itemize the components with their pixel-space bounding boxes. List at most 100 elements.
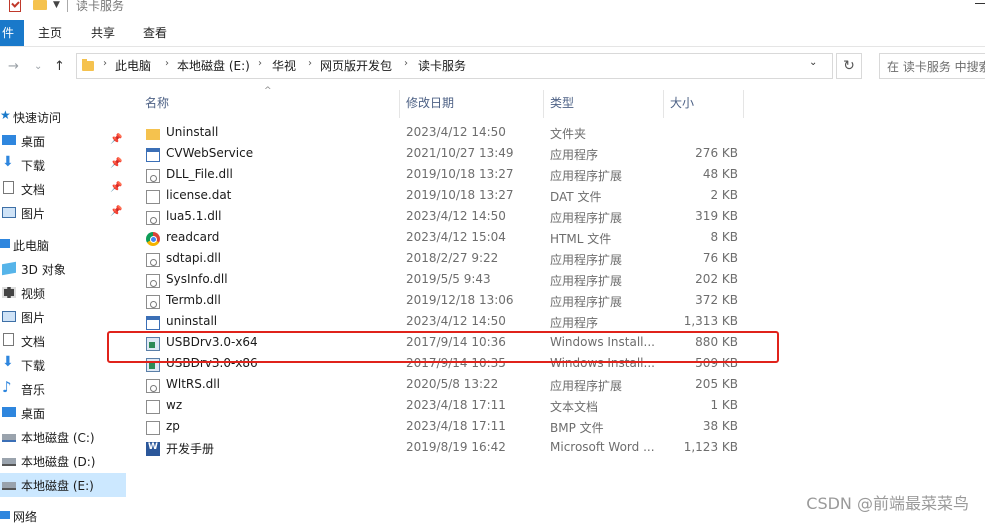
- file-row[interactable]: uninstall 2023/4/12 14:50 应用程序 1,313 KB: [138, 312, 750, 333]
- column-header-type[interactable]: 类型: [550, 94, 574, 111]
- nav-item-drive-d[interactable]: 本地磁盘 (D:): [0, 449, 126, 473]
- chevron-down-icon[interactable]: ⌄: [809, 57, 817, 68]
- search-input[interactable]: 在 读卡服务 中搜索: [879, 53, 985, 79]
- tab-share[interactable]: 共享: [91, 20, 115, 46]
- file-row[interactable]: DLL_File.dll 2019/10/18 13:27 应用程序扩展 48 …: [138, 165, 750, 186]
- sort-ascending-icon: ^: [264, 86, 272, 96]
- breadcrumb-drive-e[interactable]: 本地磁盘 (E:): [177, 57, 250, 74]
- nav-item-pictures-pc[interactable]: 图片: [0, 305, 126, 329]
- file-size: 2 KB: [710, 188, 738, 202]
- file-row[interactable]: wz 2023/4/18 17:11 文本文档 1 KB: [138, 396, 750, 417]
- nav-label: 文档: [21, 183, 46, 197]
- drive-icon: [2, 482, 16, 490]
- pin-icon[interactable]: 📌: [110, 158, 122, 169]
- file-row[interactable]: license.dat 2019/10/18 13:27 DAT 文件 2 KB: [138, 186, 750, 207]
- chevron-right-icon[interactable]: ›: [404, 58, 408, 69]
- nav-item-downloads[interactable]: ⬇ 下载 📌: [0, 153, 126, 177]
- file-icon: [146, 190, 160, 204]
- file-size: 38 KB: [702, 419, 738, 433]
- file-size: 76 KB: [702, 251, 738, 265]
- drive-icon: [2, 434, 16, 442]
- chevron-right-icon[interactable]: ›: [165, 58, 169, 69]
- pin-icon[interactable]: 📌: [110, 182, 122, 193]
- chrome-icon: [146, 232, 160, 246]
- column-header-date[interactable]: 修改日期: [406, 94, 454, 111]
- up-icon[interactable]: ↑: [54, 59, 65, 74]
- file-type: 文本文档: [550, 400, 599, 414]
- text-file-icon: [146, 400, 160, 414]
- column-header-size[interactable]: 大小: [670, 94, 694, 111]
- nav-item-documents[interactable]: 文档 📌: [0, 177, 126, 201]
- file-row[interactable]: Termb.dll 2019/12/18 13:06 应用程序扩展 372 KB: [138, 291, 750, 312]
- breadcrumb-card-service[interactable]: 读卡服务: [418, 57, 466, 74]
- nav-label: 下载: [21, 159, 46, 173]
- title-separator: [67, 0, 68, 12]
- chevron-right-icon[interactable]: ›: [308, 58, 312, 69]
- file-type: Microsoft Word ...: [550, 440, 655, 454]
- tab-view[interactable]: 查看: [143, 20, 167, 46]
- pin-icon[interactable]: 📌: [110, 134, 122, 145]
- file-type: HTML 文件: [550, 232, 612, 246]
- address-bar[interactable]: › 此电脑 › 本地磁盘 (E:) › 华视 › 网页版开发包 › 读卡服务 ⌄: [76, 53, 833, 79]
- minimize-icon[interactable]: [975, 3, 985, 4]
- refresh-button[interactable]: ↻: [836, 53, 862, 79]
- file-name: wz: [166, 398, 183, 412]
- breadcrumb-huashi[interactable]: 华视: [272, 57, 296, 74]
- nav-item-music[interactable]: ♪ 音乐: [0, 377, 126, 401]
- tab-file[interactable]: 件: [0, 20, 24, 46]
- nav-item-drive-c[interactable]: 本地磁盘 (C:): [0, 425, 126, 449]
- file-type: 应用程序: [550, 148, 599, 162]
- pin-icon[interactable]: 📌: [110, 206, 122, 217]
- picture-icon: [2, 311, 16, 322]
- tab-home[interactable]: 主页: [38, 20, 62, 46]
- nav-item-pictures[interactable]: 图片 📌: [0, 201, 126, 225]
- file-date: 2023/4/12 14:50: [406, 125, 506, 139]
- quick-access-dropdown-icon[interactable]: ▼: [53, 0, 60, 10]
- file-row[interactable]: 开发手册 2019/8/19 16:42 Microsoft Word ... …: [138, 438, 750, 459]
- file-row[interactable]: zp 2023/4/18 17:11 BMP 文件 38 KB: [138, 417, 750, 438]
- nav-item-desktop-pc[interactable]: 桌面: [0, 401, 126, 425]
- nav-item-quick-access[interactable]: ★ 快速访问: [0, 105, 126, 129]
- new-folder-icon[interactable]: [33, 0, 47, 10]
- column-header-name[interactable]: 名称: [145, 94, 169, 111]
- recent-locations-icon[interactable]: ⌄: [34, 61, 42, 72]
- nav-item-this-pc[interactable]: 此电脑: [0, 233, 126, 257]
- file-type: 应用程序: [550, 316, 599, 330]
- nav-item-network[interactable]: 网络: [0, 504, 126, 528]
- file-date: 2023/4/12 14:50: [406, 209, 506, 223]
- file-name: DLL_File.dll: [166, 167, 233, 181]
- nav-item-desktop[interactable]: 桌面 📌: [0, 129, 126, 153]
- file-row[interactable]: CVWebService 2021/10/27 13:49 应用程序 276 K…: [138, 144, 750, 165]
- column-divider[interactable]: [399, 90, 400, 118]
- column-divider[interactable]: [663, 90, 664, 118]
- dll-icon: [146, 253, 160, 267]
- nav-item-drive-e[interactable]: 本地磁盘 (E:): [0, 473, 126, 497]
- dll-icon: [146, 274, 160, 288]
- file-row[interactable]: readcard 2023/4/12 15:04 HTML 文件 8 KB: [138, 228, 750, 249]
- nav-label: 桌面: [21, 135, 46, 149]
- drive-icon: [2, 458, 16, 466]
- nav-label: 文档: [21, 335, 46, 349]
- file-row[interactable]: Uninstall 2023/4/12 14:50 文件夹: [138, 123, 750, 144]
- file-date: 2021/10/27 13:49: [406, 146, 514, 160]
- column-divider[interactable]: [543, 90, 544, 118]
- properties-check-icon[interactable]: [9, 0, 21, 12]
- column-divider[interactable]: [743, 90, 744, 118]
- nav-item-3d-objects[interactable]: 3D 对象: [0, 257, 126, 281]
- file-row[interactable]: WltRS.dll 2020/5/8 13:22 应用程序扩展 205 KB: [138, 375, 750, 396]
- file-type: BMP 文件: [550, 421, 604, 435]
- chevron-right-icon[interactable]: ›: [103, 58, 107, 69]
- nav-item-videos[interactable]: 视频: [0, 281, 126, 305]
- file-row[interactable]: SysInfo.dll 2019/5/5 9:43 应用程序扩展 202 KB: [138, 270, 750, 291]
- nav-label: 3D 对象: [21, 263, 66, 277]
- forward-icon[interactable]: →: [8, 59, 19, 74]
- file-row[interactable]: sdtapi.dll 2018/2/27 9:22 应用程序扩展 76 KB: [138, 249, 750, 270]
- file-row[interactable]: lua5.1.dll 2023/4/12 14:50 应用程序扩展 319 KB: [138, 207, 750, 228]
- breadcrumb-web-sdk[interactable]: 网页版开发包: [320, 57, 392, 74]
- ribbon-tabs: 件 主页 共享 查看: [0, 20, 985, 47]
- breadcrumb-this-pc[interactable]: 此电脑: [115, 57, 151, 74]
- file-date: 2020/5/8 13:22: [406, 377, 499, 391]
- file-size: 1,123 KB: [683, 440, 738, 454]
- chevron-right-icon[interactable]: ›: [258, 58, 262, 69]
- file-date: 2023/4/18 17:11: [406, 398, 506, 412]
